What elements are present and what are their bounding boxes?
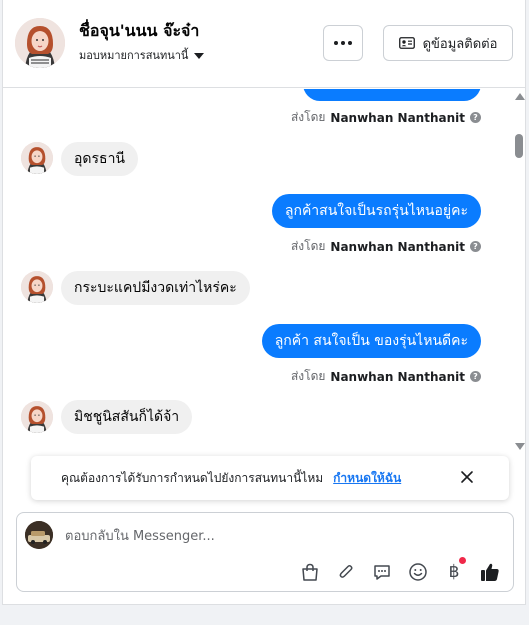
assign-prompt-banner: คุณต้องการได้รับการกำหนดไปยังการสนทนานี้…	[31, 456, 509, 500]
message-list[interactable]: ส่งโดย Nanwhan Nanthanit? อุดรธานี ลูกค้า…	[3, 89, 513, 449]
contact-avatar-small	[21, 401, 53, 433]
close-icon[interactable]	[459, 469, 475, 485]
more-options-button[interactable]	[323, 25, 363, 61]
message-bubble-outgoing[interactable]: ลูกค้า สนใจเป็น ของรุ่นไหนดีคะ	[261, 324, 481, 358]
reply-input[interactable]: ตอบกลับใน Messenger...	[65, 525, 215, 546]
sent-by-label: ส่งโดย Nanwhan Nanthanit?	[291, 237, 481, 256]
message-bubble-outgoing[interactable]	[303, 89, 481, 101]
payment-icon[interactable]: ฿	[441, 557, 467, 585]
conversation-header: ชื่อจุน'นนน จ๊ะจ๋า มอบหมายการสนทนานี้ ดู…	[3, 0, 525, 88]
info-icon[interactable]: ?	[470, 241, 481, 252]
assign-conversation-dropdown[interactable]: มอบหมายการสนทนานี้	[79, 46, 205, 64]
sent-by-label: ส่งโดย Nanwhan Nanthanit?	[291, 367, 481, 386]
view-contact-label: ดูข้อมูลติดต่อ	[422, 36, 498, 52]
info-icon[interactable]: ?	[470, 112, 481, 123]
message-bubble-incoming[interactable]: มิชชูนิสสันก็ได้จ้า	[61, 400, 193, 434]
notification-dot	[459, 557, 466, 564]
message-bubble-incoming[interactable]: กระบะแคปมีงวดเท่าไหร่คะ	[61, 271, 250, 305]
info-icon[interactable]: ?	[470, 371, 481, 382]
contact-avatar[interactable]	[15, 18, 65, 68]
contact-card-icon	[398, 37, 415, 49]
composer-toolbar: ฿	[297, 557, 503, 585]
more-dots-icon	[334, 41, 352, 45]
attachment-icon[interactable]	[333, 559, 359, 585]
reply-composer[interactable]: ตอบกลับใน Messenger... ฿	[16, 512, 514, 592]
assign-label: มอบหมายการสนทนานี้	[79, 49, 189, 62]
sent-by-label: ส่งโดย Nanwhan Nanthanit?	[291, 108, 481, 127]
scrollbar-thumb[interactable]	[515, 134, 523, 158]
page-avatar	[25, 521, 53, 549]
emoji-icon[interactable]	[405, 559, 431, 585]
scroll-up-arrow-icon[interactable]	[515, 93, 525, 100]
message-bubble-outgoing[interactable]: ลูกค้าสนใจเป็นรถรุ่นไหนอยู่คะ	[271, 194, 481, 228]
like-icon[interactable]	[477, 559, 503, 585]
scroll-down-arrow-icon[interactable]	[515, 443, 525, 450]
shop-bag-icon[interactable]	[297, 559, 323, 585]
contact-avatar-small	[21, 142, 53, 174]
view-contact-button[interactable]: ดูข้อมูลติดต่อ	[383, 25, 513, 61]
assign-to-me-link[interactable]: กำหนดให้ฉัน	[333, 469, 401, 488]
saved-replies-icon[interactable]	[369, 559, 395, 585]
caret-down-icon	[194, 52, 205, 59]
contact-name: ชื่อจุน'นนน จ๊ะจ๋า	[79, 21, 200, 40]
message-bubble-incoming[interactable]: อุดรธานี	[61, 142, 138, 176]
assign-prompt-text: คุณต้องการได้รับการกำหนดไปยังการสนทนานี้…	[61, 470, 324, 485]
conversation-panel: ชื่อจุน'นนน จ๊ะจ๋า มอบหมายการสนทนานี้ ดู…	[2, 0, 526, 605]
chat-scrollbar[interactable]	[513, 89, 525, 451]
contact-avatar-small	[21, 271, 53, 303]
